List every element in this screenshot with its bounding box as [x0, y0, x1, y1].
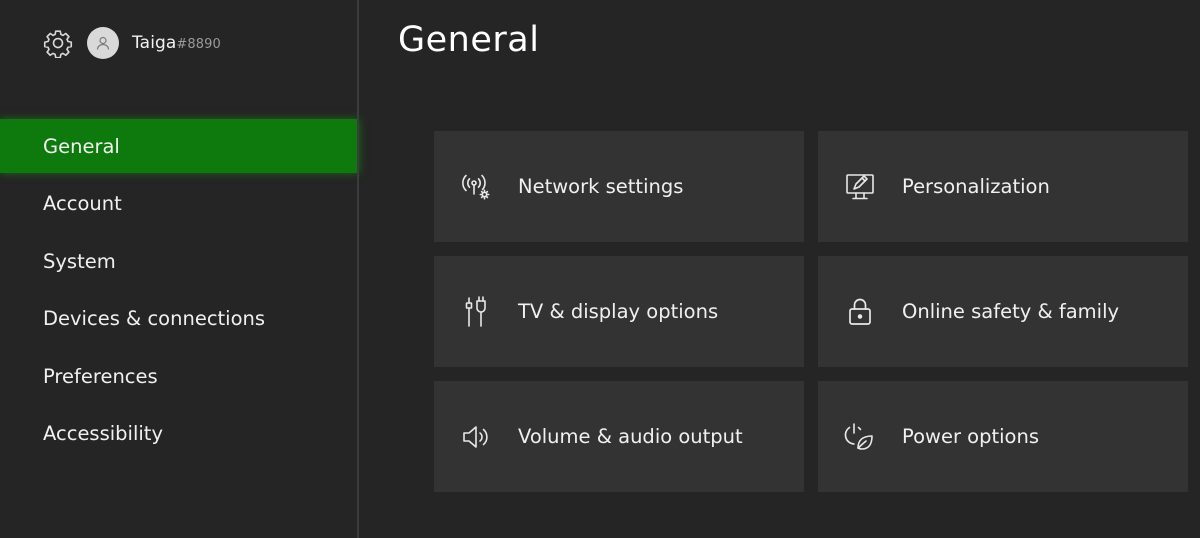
sidebar-item-system[interactable]: System [0, 234, 359, 288]
page-title: General [398, 20, 540, 60]
sidebar-nav: General Account System Devices & connect… [0, 119, 359, 465]
sidebar-item-label: General [43, 134, 120, 158]
tile-label: Online safety & family [902, 300, 1120, 323]
tile-label: Power options [902, 425, 1039, 448]
display-cable-icon [458, 294, 494, 330]
power-leaf-icon [842, 419, 878, 455]
network-icon [458, 169, 494, 205]
sidebar-item-devices-connections[interactable]: Devices & connections [0, 292, 359, 346]
settings-window: Taiga#8890 General Account System Device… [0, 0, 1200, 538]
profile-header: Taiga#8890 [42, 26, 221, 60]
tile-volume-audio-output[interactable]: Volume & audio output [434, 381, 804, 492]
sidebar-divider [357, 0, 359, 538]
avatar[interactable] [87, 27, 119, 59]
tile-label: Personalization [902, 175, 1050, 198]
tile-label: Volume & audio output [518, 425, 743, 448]
gamertag-name: Taiga [132, 33, 177, 53]
sidebar-item-general[interactable]: General [0, 119, 359, 173]
tile-label: Network settings [518, 175, 684, 198]
tile-personalization[interactable]: Personalization [818, 131, 1188, 242]
tile-label: TV & display options [518, 300, 719, 323]
lock-icon [842, 294, 878, 330]
sidebar: Taiga#8890 General Account System Device… [0, 0, 359, 538]
sidebar-item-label: Account [43, 192, 122, 216]
speaker-icon [458, 419, 494, 455]
tile-network-settings[interactable]: Network settings [434, 131, 804, 242]
sidebar-item-account[interactable]: Account [0, 177, 359, 231]
tile-online-safety-family[interactable]: Online safety & family [818, 256, 1188, 367]
sidebar-item-label: System [43, 249, 116, 273]
tile-tv-display-options[interactable]: TV & display options [434, 256, 804, 367]
gear-icon[interactable] [42, 27, 74, 59]
gamertag: Taiga#8890 [132, 33, 221, 53]
sidebar-item-preferences[interactable]: Preferences [0, 349, 359, 403]
sidebar-item-label: Preferences [43, 364, 158, 388]
sidebar-item-accessibility[interactable]: Accessibility [0, 407, 359, 461]
sidebar-item-label: Accessibility [43, 422, 163, 446]
sidebar-item-label: Devices & connections [43, 307, 266, 331]
tile-power-options[interactable]: Power options [818, 381, 1188, 492]
personalization-icon [842, 169, 878, 205]
gamertag-suffix: #8890 [176, 37, 221, 52]
